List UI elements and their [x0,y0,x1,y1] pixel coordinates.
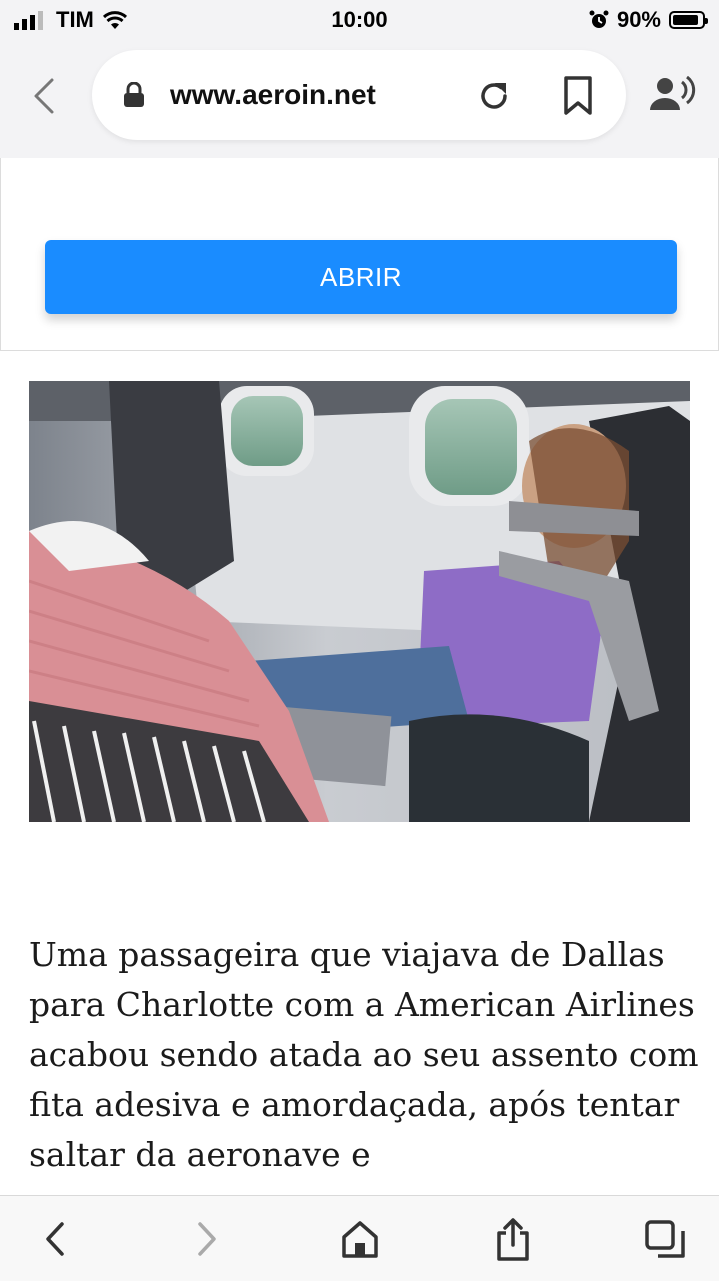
home-button[interactable] [335,1214,385,1264]
share-icon [497,1218,529,1261]
share-button[interactable] [488,1214,538,1264]
back-arrow-icon [46,1222,64,1256]
alarm-icon [589,10,609,28]
article-body: Uma passageira que viajava de Dallas par… [29,935,699,1174]
nav-back-button[interactable] [30,1214,80,1264]
lock-icon [124,82,144,107]
tabs-button[interactable] [640,1214,690,1264]
url-text: www.aeroin.net [170,79,376,110]
reload-icon[interactable] [476,78,512,114]
bookmark-icon[interactable] [562,76,594,116]
home-icon [342,1221,378,1258]
web-page: ABRIR Uma passageira que viajava de Dall… [0,158,719,1195]
tabs-icon [645,1220,685,1258]
article-photo [29,381,690,822]
back-button[interactable] [26,76,66,116]
battery-icon [669,11,708,29]
browser-toolbar: www.aeroin.net [0,40,719,158]
address-bar[interactable]: www.aeroin.net [92,50,626,140]
ad-banner: ABRIR [0,158,719,351]
status-bar: TIM 10:00 90% [0,0,719,40]
bottom-toolbar [0,1195,719,1281]
cabin-scene-image [29,381,690,822]
forward-arrow-icon [198,1222,216,1256]
nav-forward-button[interactable] [182,1214,232,1264]
read-aloud-icon[interactable] [650,76,696,112]
back-icon [34,78,54,114]
open-button[interactable]: ABRIR [45,240,677,314]
battery-percent: 90% [616,7,661,32]
